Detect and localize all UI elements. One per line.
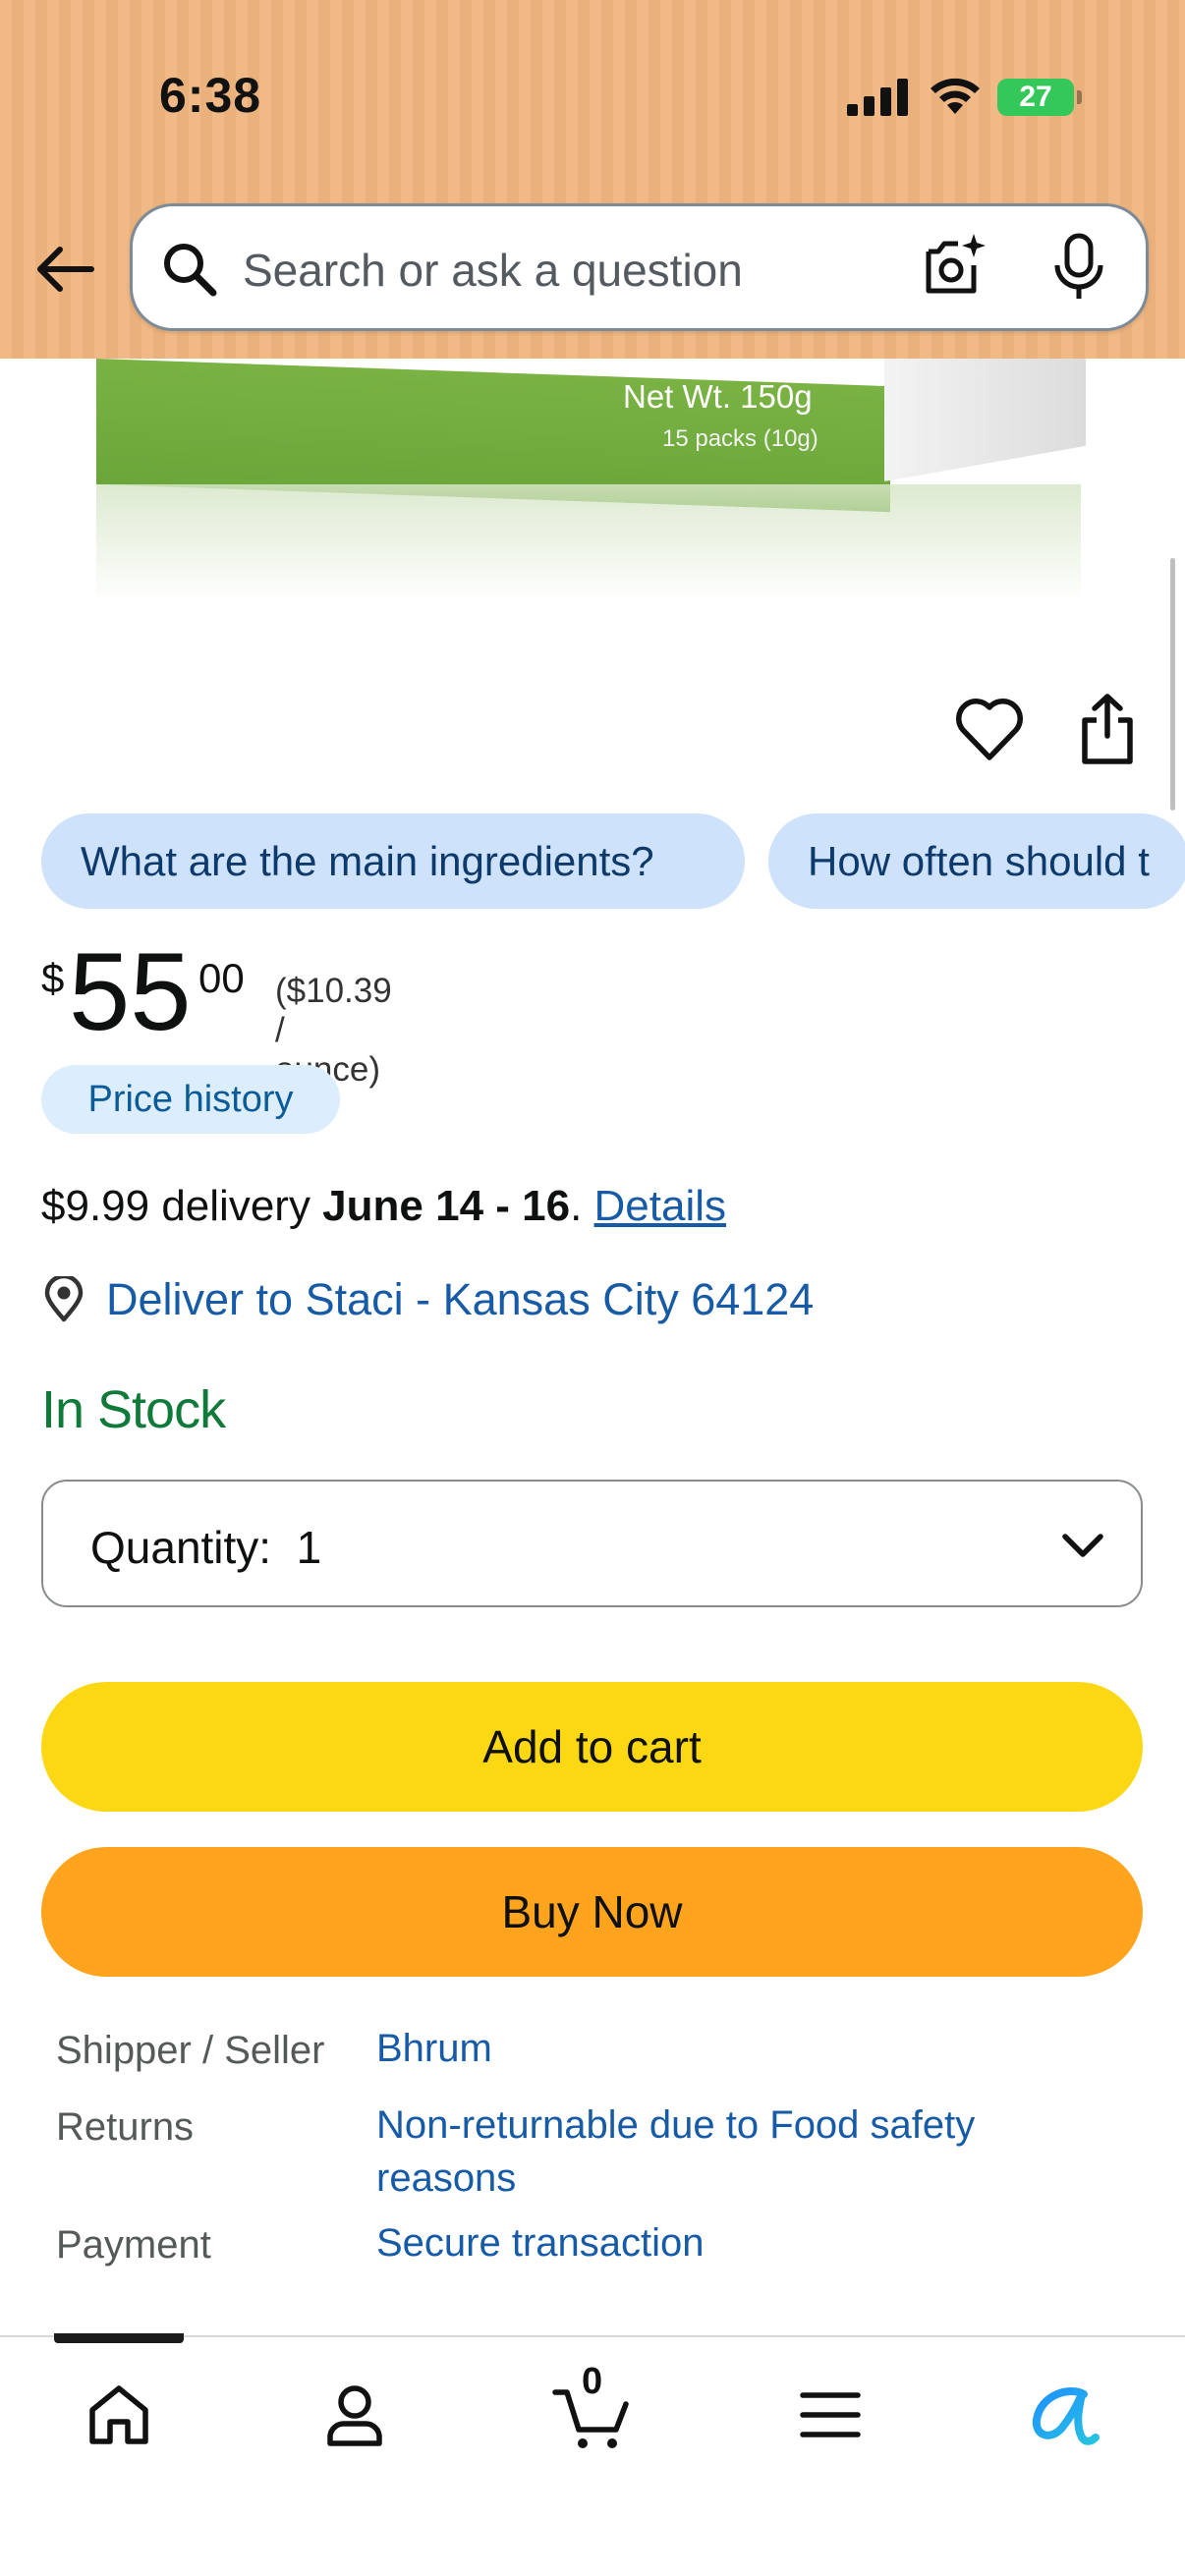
active-tab-indicator xyxy=(54,2333,184,2343)
battery-indicator: 27 xyxy=(997,79,1074,116)
nav-rufus[interactable] xyxy=(1020,2371,1108,2459)
nav-account[interactable] xyxy=(310,2371,399,2459)
search-input[interactable]: Search or ask a question xyxy=(243,244,743,297)
info-key: Returns xyxy=(56,2105,195,2149)
question-chip[interactable]: What are the main ingredients? xyxy=(41,813,745,909)
delivery-dates: June 14 - 16 xyxy=(322,1182,571,1230)
battery-level: 27 xyxy=(1019,81,1052,113)
menu-icon xyxy=(800,2392,861,2437)
share-button[interactable] xyxy=(1071,691,1144,769)
delivery-separator: . xyxy=(570,1182,594,1230)
question-chip[interactable]: How often should t xyxy=(768,813,1185,909)
battery-tip xyxy=(1077,90,1082,104)
scrollbar[interactable] xyxy=(1170,558,1175,811)
product-image[interactable]: Net Wt. 150g 15 packs (10g) xyxy=(0,359,1185,634)
camera-search-icon[interactable] xyxy=(919,230,989,301)
product-box-side xyxy=(884,359,1086,481)
info-key: Shipper / Seller xyxy=(56,2029,325,2072)
price-whole: 55 xyxy=(69,930,192,1053)
quantity-selector[interactable]: Quantity: 1 xyxy=(41,1480,1143,1607)
search-bar[interactable]: Search or ask a question xyxy=(130,203,1149,331)
info-value-link[interactable]: Bhrum xyxy=(376,2022,1123,2075)
delivery-fee: $9.99 delivery xyxy=(41,1182,323,1230)
back-arrow-icon xyxy=(37,247,94,292)
price-symbol: $ xyxy=(41,955,65,1001)
product-reflection xyxy=(96,484,1081,602)
chevron-down-icon xyxy=(1062,1534,1103,1557)
product-net-weight: Net Wt. 150g xyxy=(623,378,813,415)
home-icon xyxy=(89,2385,148,2444)
location-pin-icon xyxy=(44,1276,84,1322)
info-key: Payment xyxy=(56,2223,211,2267)
nav-home[interactable] xyxy=(75,2371,163,2459)
wishlist-button[interactable] xyxy=(953,693,1026,765)
cellular-signal-icon xyxy=(847,79,908,116)
price-history-button[interactable]: Price history xyxy=(41,1065,340,1134)
info-value-link[interactable]: Non-returnable due to Food safety reason… xyxy=(376,2099,1123,2205)
share-icon xyxy=(1082,694,1133,764)
search-icon xyxy=(164,244,217,297)
add-to-cart-button[interactable]: Add to cart xyxy=(41,1682,1143,1812)
delivery-details-link[interactable]: Details xyxy=(594,1182,727,1230)
quantity-value: 1 xyxy=(296,1522,322,1573)
suggested-questions: What are the main ingredients? How often… xyxy=(41,813,1185,909)
status-time: 6:38 xyxy=(159,68,262,123)
quantity-label: Quantity: 1 xyxy=(90,1521,321,1574)
wifi-icon xyxy=(931,78,980,114)
stock-status: In Stock xyxy=(41,1380,226,1439)
buy-now-button[interactable]: Buy Now xyxy=(41,1847,1143,1977)
deliver-to-link[interactable]: Deliver to Staci - Kansas City 64124 xyxy=(41,1274,814,1325)
rufus-icon xyxy=(1032,2387,1100,2445)
price-fraction: 00 xyxy=(198,955,245,1001)
info-value-link[interactable]: Secure transaction xyxy=(376,2216,1123,2269)
header: 6:38 27 Search or ask a question xyxy=(0,0,1185,359)
account-icon xyxy=(327,2385,382,2446)
nav-menu[interactable] xyxy=(786,2371,875,2459)
heart-icon xyxy=(956,699,1023,760)
back-button[interactable] xyxy=(29,234,100,305)
mic-icon[interactable] xyxy=(1051,232,1106,303)
delivery-info: $9.99 delivery June 14 - 16. Details xyxy=(41,1182,726,1231)
quantity-label-text: Quantity: xyxy=(90,1522,272,1573)
product-packs: 15 packs (10g) xyxy=(662,425,818,452)
deliver-to-text: Deliver to Staci - Kansas City 64124 xyxy=(106,1274,815,1324)
cart-count-badge: 0 xyxy=(582,2361,603,2402)
